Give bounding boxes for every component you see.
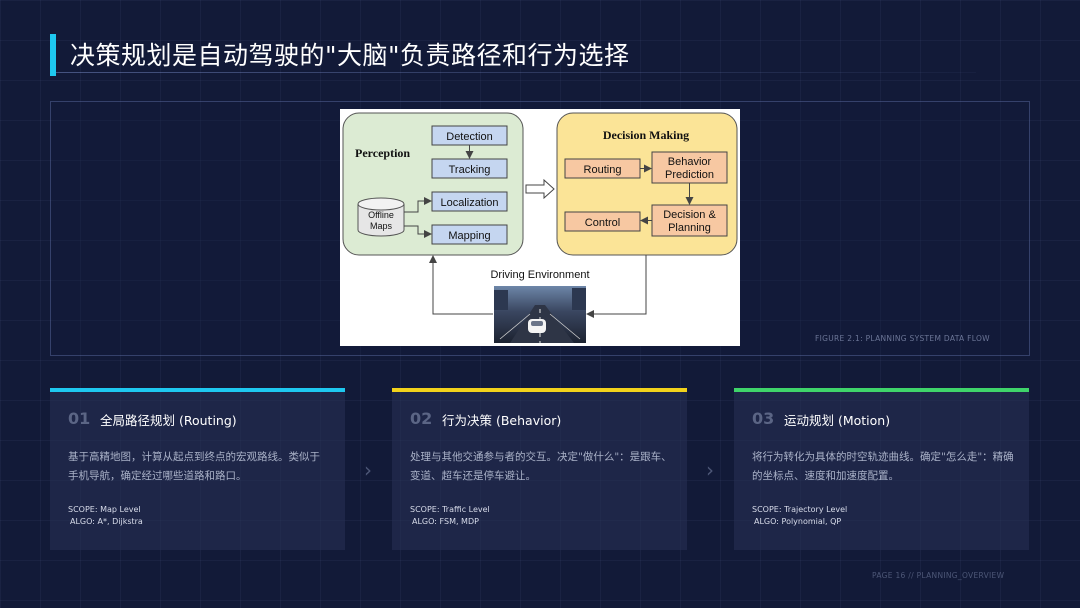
- card-scope: SCOPE: Traffic Level: [410, 505, 490, 514]
- system-diagram: Perception Detection Tracking Localizati…: [340, 109, 740, 346]
- card-accent-line: [392, 388, 687, 392]
- routing-label: Routing: [584, 164, 622, 176]
- decision-to-environment-arrow: [586, 255, 647, 318]
- card-scope: SCOPE: Trajectory Level: [752, 505, 848, 514]
- card-title: 全局路径规划 (Routing): [100, 413, 237, 428]
- tracking-label: Tracking: [449, 164, 491, 176]
- behavior-label-1: Behavior: [668, 156, 712, 168]
- card-description: 基于高精地图，计算从起点到终点的宏观路线。类似于手机导航，确定经过哪些道路和路口…: [68, 451, 320, 482]
- card-title: 运动规划 (Motion): [784, 413, 891, 428]
- detection-label: Detection: [446, 131, 492, 143]
- card-number: 03: [752, 409, 775, 428]
- decision-title: Decision Making: [603, 128, 689, 142]
- card-description: 将行为转化为具体的时空轨迹曲线。确定"怎么走"：精确的坐标点、速度和加速度配置。: [752, 451, 1014, 482]
- card-scope: SCOPE: Map Level: [68, 505, 141, 514]
- behavior-label-2: Prediction: [665, 169, 714, 181]
- title-divider: [56, 72, 976, 73]
- mapping-label: Mapping: [448, 230, 490, 242]
- perception-title: Perception: [355, 146, 410, 160]
- card-description: 处理与其他交通参与者的交互。决定"做什么"：是跟车、变道、超车还是停车避让。: [410, 451, 672, 482]
- control-label: Control: [585, 217, 620, 229]
- driving-environment-image: [494, 286, 586, 343]
- page-footer: PAGE 16 // PLANNING_OVERVIEW: [872, 571, 1005, 580]
- title-accent-bar: [50, 34, 56, 76]
- environment-label: Driving Environment: [490, 269, 589, 281]
- perception-to-decision-arrow: [525, 178, 555, 200]
- card-number: 01: [68, 409, 91, 428]
- offline-maps-label-1: Offline: [368, 210, 394, 220]
- card-accent-line: [50, 388, 345, 392]
- card-accent-line: [734, 388, 1029, 392]
- figure-caption: FIGURE 2.1: PLANNING SYSTEM DATA FLOW: [815, 334, 990, 343]
- planning-label-1: Decision &: [663, 209, 716, 221]
- card-routing: 01 全局路径规划 (Routing) 基于高精地图，计算从起点到终点的宏观路线…: [50, 388, 345, 550]
- localization-label: Localization: [440, 197, 498, 209]
- card-algo: ALGO: Polynomial, QP: [754, 517, 842, 526]
- environment-to-perception-arrow: [429, 255, 493, 315]
- card-title: 行为决策 (Behavior): [442, 413, 562, 428]
- card-motion: 03 运动规划 (Motion) 将行为转化为具体的时空轨迹曲线。确定"怎么走"…: [734, 388, 1029, 550]
- chevron-right-icon: ›: [706, 458, 714, 482]
- card-algo: ALGO: A*, Dijkstra: [70, 517, 143, 526]
- planning-label-2: Planning: [668, 222, 711, 234]
- page-title: 决策规划是自动驾驶的"大脑"负责路径和行为选择: [70, 41, 630, 70]
- card-algo: ALGO: FSM, MDP: [412, 517, 479, 526]
- chevron-right-icon: ›: [364, 458, 372, 482]
- card-behavior: 02 行为决策 (Behavior) 处理与其他交通参与者的交互。决定"做什么"…: [392, 388, 687, 550]
- offline-maps-label-2: Maps: [370, 221, 393, 231]
- card-number: 02: [410, 409, 433, 428]
